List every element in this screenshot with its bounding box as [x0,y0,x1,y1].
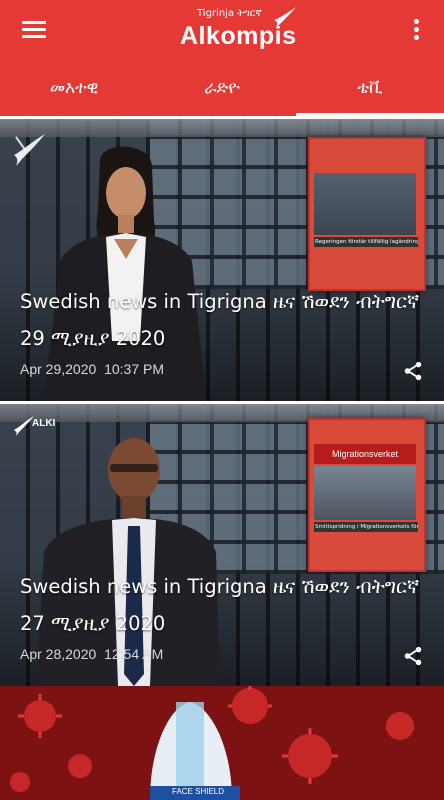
headline-line-2: 29 ሚያዚያ 2020 [20,327,166,350]
tab-label: መእተዊ [49,78,99,98]
news-inset: Migrationsverket Smittspridning i Migrat… [308,418,426,572]
inset-caption: Smittspridning i Migrationsverkets förva… [314,522,418,532]
video-card[interactable]: ALKI Migrationsverket Smittspridning i M… [0,404,444,686]
mask-text: FACE SHIELD [172,787,225,796]
date-text: Apr 28,2020 [20,646,97,662]
tab-label: ራድዮ [204,78,240,98]
date-text: Apr 29,2020 [20,361,97,377]
tab-bar: መእተዊ ራድዮ ቴቪ [0,60,444,116]
article-headline: Swedish news in Tigrigna ዜና ሽወደን ብትግርኛ 2… [20,283,430,357]
parliament-photo [314,173,416,235]
video-card[interactable]: Regeringen förstär tillfällig lagändring… [0,119,444,401]
article-date: Apr 28,2020 12:54 AM [20,646,163,662]
time-text: 12:54 AM [104,646,164,662]
menu-icon[interactable] [22,18,48,42]
video-card[interactable]: FACE SHIELD [0,686,444,800]
logo-subtitle: Tigrinja ትግርኛ [197,8,262,19]
virus-thumbnail [0,686,444,800]
article-date: Apr 29,2020 10:37 PM [20,361,164,377]
tab-label: ቴቪ [357,78,383,98]
more-vert-icon[interactable] [404,16,428,44]
tab-radio[interactable]: ራድዮ [148,60,296,116]
alkompis-logo: Tigrinja ትግርኛ Alkompis [172,6,312,54]
inset-title: Migrationsverket [314,444,416,464]
share-icon[interactable] [402,360,424,382]
share-icon[interactable] [402,645,424,667]
tab-tv[interactable]: ቴቪ [296,60,444,116]
news-inset: Regeringen förstär tillfällig lagändring [308,137,426,291]
bird-icon [274,7,296,27]
tab-home[interactable]: መእተዊ [0,60,148,116]
app-bar: Tigrinja ትግርኛ Alkompis [0,0,444,60]
building-photo [314,466,416,520]
studio-ceiling [0,119,444,137]
headline-line-1: Swedish news in Tigrigna ዜና ሽወደን ብትግርኛ [20,575,420,598]
headline-line-1: Swedish news in Tigrigna ዜና ሽወደን ብትግርኛ [20,290,420,313]
article-headline: Swedish news in Tigrigna ዜና ሽወደን ብትግርኛ 2… [20,568,430,642]
time-text: 10:37 PM [104,361,165,377]
inset-caption: Regeringen förstär tillfällig lagändring [314,237,418,247]
headline-line-2: 27 ሚያዚያ 2020 [20,612,166,635]
